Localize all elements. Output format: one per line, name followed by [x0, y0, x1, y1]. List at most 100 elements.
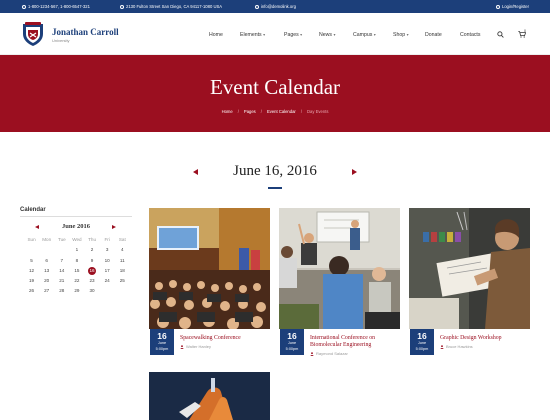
calendar-day-number: 26: [29, 288, 35, 294]
calendar-day-number: 12: [29, 267, 35, 273]
weekday-label: Thu: [88, 237, 97, 242]
calendar-day[interactable]: 8: [69, 257, 84, 267]
event-title[interactable]: Spacewalking Conference: [180, 335, 272, 342]
breadcrumb-pages[interactable]: Pages: [244, 109, 256, 114]
calendar-day[interactable]: 10: [100, 257, 115, 267]
calendar-day[interactable]: 6: [39, 257, 54, 267]
event-date-badge: 16 June 5:00pm: [280, 329, 304, 355]
calendar-day[interactable]: 5: [24, 257, 39, 267]
calendar-day[interactable]: 29: [69, 287, 84, 297]
event-title[interactable]: Graphic Design Workshop: [440, 335, 532, 342]
hero-banner: Event Calendar Home / Pages / Event Calendar…: [0, 55, 550, 132]
calendar-day[interactable]: 14: [54, 267, 69, 277]
breadcrumb-current: Day Events: [307, 109, 329, 114]
nav-shop[interactable]: Shop ▾: [393, 32, 409, 38]
calendar-day-number: 17: [104, 267, 110, 273]
calendar-day[interactable]: 28: [54, 287, 69, 297]
weekday-label: Fri: [104, 237, 110, 242]
calendar-day[interactable]: 19: [24, 277, 39, 287]
calendar-day[interactable]: 13: [39, 267, 54, 277]
event-image-space-shuttle[interactable]: [149, 372, 270, 420]
chevron-down-icon: ▾: [373, 32, 376, 37]
calendar-day-number: 16: [88, 266, 97, 275]
location-icon: [120, 4, 124, 9]
address-text: 2130 Fulton Street San Diego, CA 94117-1…: [126, 4, 223, 9]
calendar-day[interactable]: 9: [85, 257, 100, 267]
chevron-down-icon: ▾: [406, 32, 409, 37]
university-crest-logo[interactable]: [20, 21, 46, 47]
nav-news[interactable]: News ▾: [319, 32, 335, 38]
calendar-day[interactable]: 1: [69, 246, 84, 256]
current-date-title: June 16, 2016: [233, 163, 317, 179]
email-link[interactable]: info@demolink.org: [261, 4, 296, 9]
calendar-day[interactable]: 17: [100, 267, 115, 277]
calendar-day[interactable]: 25: [115, 277, 130, 287]
breadcrumb-separator: /: [300, 109, 302, 114]
next-day-arrow-icon[interactable]: [352, 169, 357, 175]
chevron-down-icon: ▾: [263, 32, 266, 37]
nav-elements[interactable]: Elements ▾: [240, 32, 265, 38]
calendar-day[interactable]: 24: [100, 277, 115, 287]
breadcrumb-separator: /: [237, 109, 239, 114]
calendar-day[interactable]: 16: [85, 266, 100, 277]
calendar-day[interactable]: 2: [85, 246, 100, 256]
calendar-next-month-icon[interactable]: [112, 224, 116, 229]
brand-name[interactable]: Jonathan Carroll: [52, 27, 119, 37]
nav-contacts[interactable]: Contacts: [460, 32, 480, 38]
weekday-label: Tue: [57, 237, 66, 242]
divider: [20, 216, 132, 217]
person-icon: [310, 351, 314, 356]
breadcrumb-event-calendar[interactable]: Event Calendar: [267, 109, 296, 114]
calendar-day[interactable]: 7: [54, 257, 69, 267]
nav-donate[interactable]: Donate: [425, 32, 442, 38]
user-icon: [496, 4, 500, 9]
calendar-day[interactable]: 21: [54, 277, 69, 287]
address-info: 2130 Fulton Street San Diego, CA 94117-1…: [120, 4, 222, 9]
calendar-week-row: 19 20 21 22 23 24 25: [24, 277, 130, 287]
nav-home[interactable]: Home: [209, 32, 223, 38]
weekday-label: Sat: [118, 237, 126, 242]
calendar-day[interactable]: 12: [24, 267, 39, 277]
breadcrumb-separator: /: [260, 109, 262, 114]
nav-campus[interactable]: Campus ▾: [353, 32, 376, 38]
calendar-day[interactable]: 22: [69, 277, 84, 287]
calendar-day-number: 24: [104, 278, 110, 284]
event-day: 16: [157, 331, 167, 341]
search-icon[interactable]: [497, 31, 504, 38]
calendar-day-number: 6: [45, 257, 48, 263]
breadcrumb: Home / Pages / Event Calendar / Day Events: [0, 109, 550, 114]
calendar-day-number: 14: [59, 267, 65, 273]
calendar-day[interactable]: 27: [39, 287, 54, 297]
calendar-day[interactable]: 18: [115, 267, 130, 277]
calendar-week-row: 1 2 3 4: [24, 246, 130, 256]
nav-shop-label: Shop: [393, 32, 406, 38]
calendar-day[interactable]: 30: [85, 287, 100, 297]
previous-day-arrow-icon[interactable]: [193, 169, 198, 175]
email-info[interactable]: info@demolink.org: [255, 4, 296, 9]
calendar-day-number: 25: [119, 278, 125, 284]
breadcrumb-home[interactable]: Home: [222, 109, 233, 114]
event-time: 5:00pm: [285, 347, 299, 351]
event-title[interactable]: International Conference on Biomolecular…: [310, 335, 402, 349]
event-image-design-workshop[interactable]: [409, 208, 530, 329]
calendar-day[interactable]: 26: [24, 287, 39, 297]
calendar-day[interactable]: 20: [39, 277, 54, 287]
calendar-day-number: 19: [29, 278, 35, 284]
calendar-day[interactable]: 3: [100, 246, 115, 256]
login-link[interactable]: Login/Register: [496, 4, 529, 9]
calendar-day-number: 28: [59, 288, 65, 294]
calendar-day[interactable]: 15: [69, 267, 84, 277]
login-text[interactable]: Login/Register: [502, 4, 529, 9]
calendar-day[interactable]: 11: [115, 257, 130, 267]
event-image-conference[interactable]: [149, 208, 270, 329]
top-bar: 1-800-1234-567, 1-800-6547-321 2130 Fult…: [0, 0, 550, 13]
calendar-day[interactable]: 23: [85, 277, 100, 287]
nav-donate-label: Donate: [425, 32, 442, 38]
chevron-down-icon: ▾: [300, 32, 303, 37]
nav-pages[interactable]: Pages ▾: [284, 32, 302, 38]
calendar-day-number: 7: [60, 257, 64, 263]
event-time: 5:00pm: [415, 347, 429, 351]
calendar-day[interactable]: 4: [115, 246, 130, 256]
event-image-classroom[interactable]: [279, 208, 400, 329]
weekday-label: Sun: [27, 237, 36, 242]
